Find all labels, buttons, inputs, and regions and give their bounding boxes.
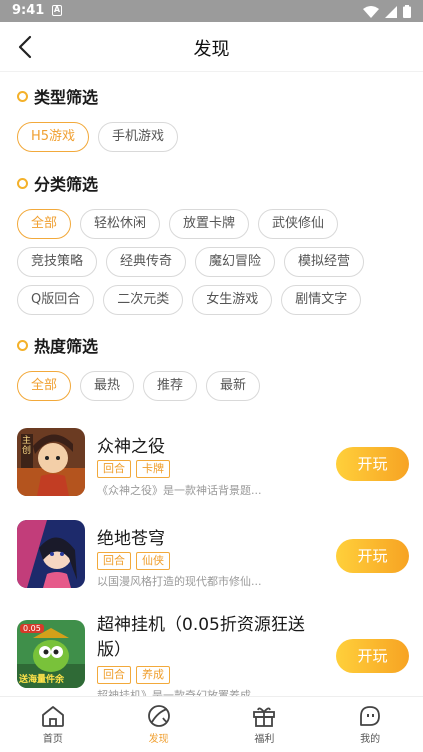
category-chips-row-3: Q版回合 二次元类 女生游戏 剧情文字: [17, 285, 362, 315]
type-filter-title: 类型筛选: [34, 88, 99, 107]
game-tag: 回合: [97, 666, 131, 684]
gift-icon: [253, 707, 276, 727]
chip-category-wuxia[interactable]: 武侠修仙: [258, 209, 339, 239]
game-list-item[interactable]: 主创 众神之役 回合 卡牌 《众神之役》是一款神话背景题... 开玩: [17, 428, 409, 498]
tab-home[interactable]: 首页: [0, 697, 106, 752]
ring-bullet-icon: [17, 339, 28, 351]
chip-category-fantasy[interactable]: 魔幻冒险: [195, 247, 276, 277]
game-name-line-2: 版）: [97, 640, 131, 660]
tab-profile-label: 我的: [360, 734, 381, 745]
heat-filter-heading: 热度筛选: [17, 333, 98, 357]
heat-filter-title: 热度筛选: [34, 337, 99, 356]
chip-heat-hottest[interactable]: 最热: [80, 371, 135, 401]
game-list-item[interactable]: 绝地苍穹 回合 仙侠 以国漫风格打造的现代都市修仙... 开玩: [17, 520, 409, 590]
tab-welfare-label: 福利: [254, 734, 275, 745]
game-tags: 回合 养成: [97, 666, 170, 684]
signal-icon: [385, 5, 397, 18]
status-bar: 9:41 A: [0, 0, 423, 22]
status-time: 9:41: [12, 3, 45, 18]
game-name-line-1: 超神挂机（0.05折资源狂送: [97, 615, 305, 635]
home-icon: [41, 706, 64, 727]
game-description: 以国漫风格打造的现代都市修仙...: [97, 575, 262, 588]
chip-category-legend[interactable]: 经典传奇: [106, 247, 187, 277]
chip-heat-newest[interactable]: 最新: [206, 371, 261, 401]
chip-mobile-games[interactable]: 手机游戏: [98, 122, 179, 152]
chip-heat-recommended[interactable]: 推荐: [143, 371, 198, 401]
chip-category-casual[interactable]: 轻松休闲: [80, 209, 161, 239]
game-icon: 0.05 送海量件余: [17, 620, 85, 688]
system-icons: [363, 5, 411, 18]
game-tag: 回合: [97, 460, 131, 478]
heat-filter-chips: 全部 最热 推荐 最新: [17, 371, 261, 401]
wifi-icon: [363, 5, 379, 18]
category-filter-title: 分类筛选: [34, 175, 99, 194]
chip-category-simulation[interactable]: 模拟经营: [284, 247, 365, 277]
game-name: 众神之役: [97, 437, 165, 457]
game-tag: 养成: [136, 666, 170, 684]
page-header: 发现: [0, 22, 423, 72]
ring-bullet-icon: [17, 90, 28, 102]
category-filter-heading: 分类筛选: [17, 171, 98, 195]
bottom-tab-bar: 首页 发现 福利 我的: [0, 696, 423, 752]
tab-welfare[interactable]: 福利: [212, 697, 318, 752]
game-tag: 回合: [97, 552, 131, 570]
tab-discover[interactable]: 发现: [106, 697, 212, 752]
category-chips-row-1: 全部 轻松休闲 放置卡牌 武侠修仙: [17, 209, 339, 239]
type-filter-heading: 类型筛选: [17, 84, 98, 108]
game-name: 超神挂机（0.05折资源狂送 版）: [97, 613, 305, 663]
chip-category-q-turn[interactable]: Q版回合: [17, 285, 95, 315]
ring-bullet-icon: [17, 177, 28, 189]
game-tags: 回合 卡牌: [97, 460, 170, 478]
notification-icon: A: [52, 5, 62, 16]
game-tags: 回合 仙侠: [97, 552, 170, 570]
chip-category-female[interactable]: 女生游戏: [192, 285, 273, 315]
category-chips-row-2: 竞技策略 经典传奇 魔幻冒险 模拟经营: [17, 247, 365, 277]
chip-category-idle-card[interactable]: 放置卡牌: [169, 209, 250, 239]
game-icon-text: 送海量件余: [19, 675, 65, 685]
game-name: 绝地苍穹: [97, 529, 165, 549]
discover-icon: [147, 705, 170, 727]
game-icon-text: 主创: [22, 436, 32, 456]
battery-icon: [403, 5, 411, 18]
chip-category-all[interactable]: 全部: [17, 209, 72, 239]
chip-category-story[interactable]: 剧情文字: [281, 285, 362, 315]
chip-h5-games[interactable]: H5游戏: [17, 122, 90, 152]
page-title: 发现: [193, 39, 230, 60]
play-button[interactable]: 开玩: [336, 639, 409, 673]
game-tag: 卡牌: [136, 460, 170, 478]
game-icon: [17, 520, 85, 588]
game-icon-badge: 0.05: [20, 624, 44, 633]
game-icon: 主创: [17, 428, 85, 496]
tab-profile[interactable]: 我的: [317, 697, 423, 752]
type-filter-chips: H5游戏 手机游戏: [17, 122, 179, 152]
tab-discover-label: 发现: [148, 734, 169, 745]
chip-heat-all[interactable]: 全部: [17, 371, 72, 401]
chip-category-anime[interactable]: 二次元类: [103, 285, 184, 315]
play-button[interactable]: 开玩: [336, 539, 409, 573]
game-tag: 仙侠: [136, 552, 170, 570]
chip-category-strategy[interactable]: 竞技策略: [17, 247, 98, 277]
play-button[interactable]: 开玩: [336, 447, 409, 481]
game-list-item[interactable]: 0.05 送海量件余 超神挂机（0.05折资源狂送 版） 回合 养成 超神挂机》…: [17, 612, 409, 702]
profile-icon: [360, 706, 381, 726]
tab-home-label: 首页: [42, 734, 63, 745]
game-description: 《众神之役》是一款神话背景题...: [97, 484, 262, 497]
